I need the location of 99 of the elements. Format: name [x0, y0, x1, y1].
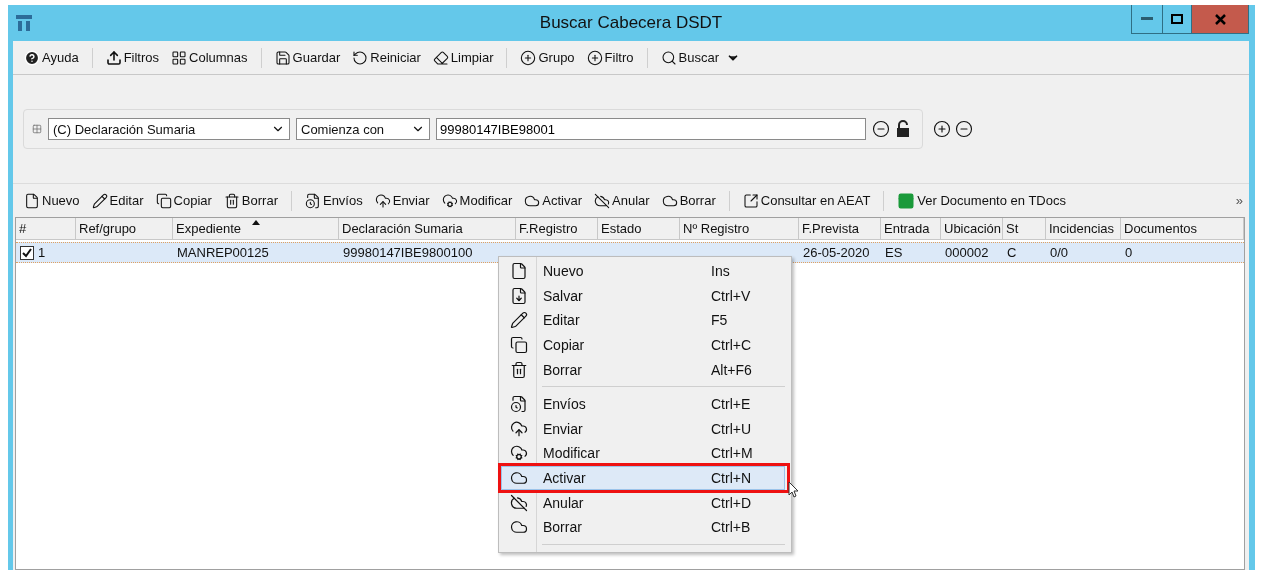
table-row[interactable]: 1 MANREP00125 99980147IBE9800100 26-05-2020 ES 000002 C 0/0 0	[16, 242, 1244, 263]
save-icon	[274, 49, 291, 66]
column-header[interactable]: Ref/grupo	[76, 218, 173, 240]
toolbar-button[interactable]: Modificar	[436, 190, 518, 211]
undo-icon	[352, 49, 369, 66]
eraser-icon	[432, 49, 449, 66]
toolbar-button[interactable]: Borrar	[656, 190, 721, 211]
table-cell-text: 0	[1124, 244, 1134, 262]
plus-icon	[586, 49, 603, 66]
minimize-icon	[1141, 17, 1153, 21]
table-cell-text: 26-05-2020	[802, 244, 871, 262]
toolbar-button[interactable]: Consultar en AEAT	[737, 190, 876, 211]
toolbar-button[interactable]: Reiniciar	[347, 47, 426, 68]
trash-icon	[223, 192, 240, 209]
document-clock-icon	[509, 395, 528, 414]
table-cell-text: 000002	[944, 244, 990, 262]
table-cell-text: C	[1006, 244, 1018, 262]
toolbar-button[interactable]: Copiar	[150, 190, 217, 211]
row-checkbox[interactable]	[20, 245, 34, 260]
toolbar-button[interactable]: Nuevo	[19, 190, 85, 211]
table-cell-text: 0/0	[1049, 244, 1070, 262]
column-header[interactable]: Declaración Sumaria	[339, 218, 516, 240]
column-header[interactable]: Entrada	[881, 218, 941, 240]
unlock-icon[interactable]	[896, 120, 910, 138]
value-field[interactable]: 99980147IBE98001	[436, 118, 866, 140]
column-header[interactable]: F.Registro	[516, 218, 598, 240]
pencil-icon	[509, 311, 528, 330]
menu-item[interactable]: Salvar Ctrl+V	[501, 283, 785, 309]
toolbar-button[interactable]: Enviar	[369, 190, 435, 211]
menu-item[interactable]: Borrar Ctrl+B	[501, 514, 785, 540]
toolbar-button[interactable]: Ver Documento en TDocs	[892, 189, 1071, 212]
help-icon	[24, 49, 40, 66]
operator-select[interactable]: Comienza con	[296, 118, 430, 140]
toolbar-button[interactable]: Envíos	[299, 190, 368, 211]
window-title: Buscar Cabecera DSDT	[538, 13, 724, 33]
cloud-upload-icon	[374, 192, 391, 209]
column-header[interactable]: Expediente	[173, 218, 339, 240]
document-down-icon	[509, 286, 528, 305]
column-header[interactable]: Incidencias	[1046, 218, 1121, 240]
add-condition-icon[interactable]	[933, 120, 951, 138]
upload-icon	[105, 49, 122, 66]
column-header[interactable]: Documentos	[1121, 218, 1244, 240]
column-header[interactable]: Estado	[598, 218, 680, 240]
document-clock-icon	[304, 192, 321, 209]
toolbar-button[interactable]: Anular	[589, 190, 655, 211]
grid-icon	[171, 49, 188, 66]
column-header[interactable]: F.Prevista	[799, 218, 881, 240]
maximize-icon	[1171, 14, 1183, 24]
menu-item[interactable]: Enviar Ctrl+U	[501, 416, 785, 442]
field-select[interactable]: (C) Declaración Sumaria	[48, 118, 290, 140]
toolbar-button[interactable]: Activar	[519, 190, 588, 211]
grid-handle-icon	[32, 124, 42, 134]
column-header[interactable]: Ubicación	[941, 218, 1003, 240]
row-number: 1	[38, 245, 46, 260]
menu-item[interactable]: Modificar Ctrl+M	[501, 441, 785, 466]
toolbar-button[interactable]: Limpiar	[427, 47, 499, 68]
toolbar-button[interactable]: Filtro	[581, 47, 639, 68]
copy-icon	[155, 192, 172, 209]
menu-item[interactable]: Borrar Alt+F6	[501, 357, 785, 382]
toolbar-button[interactable]: Filtros	[100, 47, 165, 68]
trash-icon	[509, 360, 528, 379]
column-header[interactable]: Nº Registro	[680, 218, 799, 240]
toolbar-button[interactable]: Ayuda	[19, 47, 84, 68]
table-cell-text: 99980147IBE9800100	[342, 244, 474, 262]
menu-item[interactable]: Anular Ctrl+D	[501, 490, 785, 515]
cloud-upload-icon	[509, 419, 528, 438]
plus-icon	[520, 49, 537, 66]
overflow-button[interactable]: »	[1235, 193, 1243, 208]
cloud-gear-icon	[509, 444, 528, 463]
toolbar-button[interactable]: Borrar	[218, 190, 283, 211]
menu-item[interactable]: Editar F5	[501, 308, 785, 333]
remove-condition-icon[interactable]	[872, 120, 890, 138]
mouse-cursor-icon	[788, 480, 800, 499]
column-header[interactable]: #	[16, 218, 76, 240]
document-icon	[509, 262, 528, 281]
app-icon	[15, 14, 33, 32]
column-header[interactable]: St	[1003, 218, 1046, 240]
search-icon	[660, 49, 677, 66]
close-button[interactable]	[1191, 5, 1248, 33]
panel-icon	[897, 191, 916, 210]
menu-item[interactable]: Envíos Ctrl+E	[501, 391, 785, 417]
table-cell-text: MANREP00125	[176, 244, 270, 262]
toolbar-button[interactable]: Grupo	[515, 47, 580, 68]
toolbar-button[interactable]: Editar	[86, 190, 149, 211]
toolbar-button[interactable]: Guardar	[269, 47, 346, 68]
table-cell-text: ES	[884, 244, 904, 262]
window-link-icon	[742, 192, 759, 209]
cloud-off-icon	[594, 192, 611, 209]
menu-item[interactable]: Copiar Ctrl+C	[501, 332, 785, 358]
close-icon	[1214, 13, 1226, 25]
cloud-off-icon	[509, 493, 528, 512]
toolbar-button[interactable]: Columnas	[166, 47, 253, 68]
cloud-gear-icon	[441, 192, 458, 209]
toolbar-button[interactable]: Buscar	[655, 47, 724, 68]
pencil-icon	[91, 192, 108, 209]
copy-icon	[509, 336, 528, 355]
remove-group-icon[interactable]	[955, 120, 973, 138]
document-icon	[24, 192, 40, 209]
sort-arrow-icon	[252, 220, 261, 225]
